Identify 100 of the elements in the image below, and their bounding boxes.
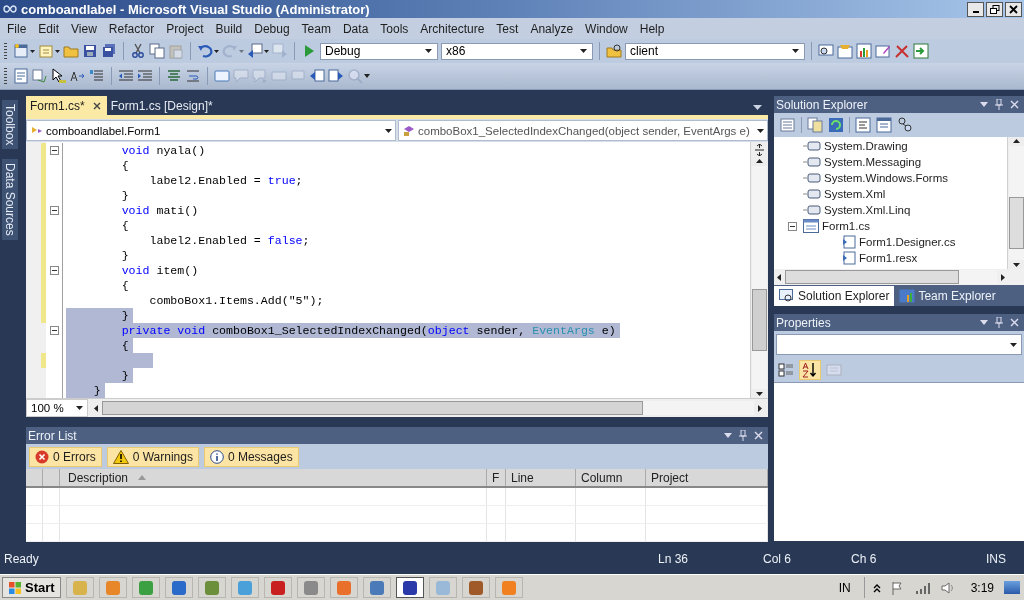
document-arrow-icon[interactable] [32, 68, 48, 84]
column-header[interactable]: F [487, 469, 506, 486]
view-designer-icon[interactable] [876, 117, 892, 133]
tree-item[interactable]: System.Xml.Linq [824, 204, 911, 216]
indent-icon[interactable] [137, 68, 153, 84]
scroll-thumb[interactable] [1008, 197, 1024, 249]
minimize-button[interactable] [967, 1, 984, 17]
close-button[interactable] [1005, 1, 1022, 17]
side-tab[interactable]: Data Sources [2, 159, 18, 241]
document-tab[interactable]: Form1.cs* [26, 96, 107, 115]
save-all-icon[interactable] [101, 43, 117, 59]
flag-icon[interactable] [890, 580, 905, 595]
menu-item[interactable]: Data [336, 21, 375, 36]
menu-item[interactable]: Tools [374, 21, 415, 36]
panel-tab[interactable]: Solution Explorer [774, 286, 895, 306]
copy-icon[interactable] [149, 43, 165, 59]
horizontal-scrollbar[interactable] [774, 269, 1008, 285]
collapse-icon[interactable] [49, 266, 59, 275]
view-code-icon[interactable] [855, 117, 871, 133]
show-desktop-button[interactable] [1004, 581, 1020, 594]
scroll-up-icon[interactable] [1012, 139, 1020, 143]
collapse-icon[interactable] [49, 206, 59, 215]
class-dropdown[interactable]: comboandlabel.Form1 [26, 120, 396, 141]
toolbar-grip[interactable] [4, 43, 7, 59]
vertical-scrollbar[interactable] [1007, 137, 1024, 269]
dropdown-caret-icon[interactable] [724, 433, 732, 438]
configuration-dropdown[interactable]: Debug [320, 42, 438, 60]
filter-button[interactable]: 0 Messages [203, 446, 299, 467]
caret-icon[interactable] [30, 49, 35, 53]
previous-document-icon[interactable] [309, 68, 325, 84]
restore-button[interactable] [986, 1, 1003, 17]
scroll-thumb[interactable] [102, 401, 644, 415]
tree-item[interactable]: System.Xml [824, 188, 886, 200]
menu-item[interactable]: Window [579, 21, 634, 36]
close-icon[interactable] [92, 101, 101, 110]
next-document-icon[interactable] [328, 68, 344, 84]
menu-item[interactable]: View [65, 21, 103, 36]
platform-dropdown[interactable]: x86 [441, 42, 593, 60]
new-project-icon[interactable] [13, 43, 29, 59]
menu-item[interactable]: Help [633, 21, 671, 36]
collapse-icon[interactable] [787, 221, 797, 231]
tree-item[interactable]: System.Drawing [824, 140, 908, 152]
class-diagram-icon[interactable] [897, 117, 913, 133]
filter-button[interactable]: 0 Warnings [106, 446, 199, 467]
split-icon[interactable] [754, 144, 765, 156]
taskbar-button[interactable] [395, 577, 424, 598]
scroll-left-icon[interactable] [94, 404, 98, 412]
scroll-down-icon[interactable] [1012, 263, 1020, 267]
rectangle-icon[interactable] [214, 68, 230, 84]
language-indicator[interactable]: IN [838, 580, 851, 595]
column-header[interactable]: Line [506, 469, 576, 486]
navigate-back-icon[interactable] [247, 43, 263, 59]
column-header[interactable]: Project [646, 469, 768, 486]
tree-item[interactable]: Form1.resx [859, 252, 918, 264]
categorized-icon[interactable] [778, 362, 794, 378]
undo-icon[interactable] [197, 43, 213, 59]
column-header[interactable]: Description [60, 469, 487, 486]
speaker-icon[interactable] [940, 581, 955, 594]
taskbar-button[interactable] [263, 577, 292, 598]
vertical-scrollbar[interactable] [750, 142, 768, 398]
scroll-thumb[interactable] [752, 288, 767, 352]
scroll-thumb[interactable] [785, 270, 959, 284]
menu-item[interactable]: Edit [32, 21, 66, 36]
menu-item[interactable]: Project [160, 21, 210, 36]
scissors-icon[interactable] [130, 43, 146, 59]
signal-bars-icon[interactable] [914, 581, 931, 594]
tree-item[interactable]: System.Windows.Forms [824, 172, 948, 184]
collapse-icon[interactable] [49, 326, 59, 335]
menu-item[interactable]: Test [490, 21, 525, 36]
member-dropdown[interactable]: comboBox1_SelectedIndexChanged(object sender, EventArgs e) [398, 120, 768, 141]
tree-item[interactable]: System.Messaging [824, 156, 922, 168]
dropdown-caret-icon[interactable] [980, 102, 988, 107]
pin-icon[interactable] [995, 99, 1003, 110]
clock[interactable]: 3:19 [970, 580, 994, 595]
tree-item[interactable]: Form1.cs [822, 220, 870, 232]
panel-tab[interactable]: Team Explorer [894, 286, 1001, 306]
caret-icon[interactable] [55, 49, 60, 53]
arrow-into-box-icon[interactable] [913, 43, 929, 59]
folder-search-icon[interactable] [606, 43, 622, 59]
outdent-icon[interactable] [118, 68, 134, 84]
edit-window-icon[interactable] [875, 43, 891, 59]
show-all-files-icon[interactable] [807, 117, 823, 133]
clipboard-icon[interactable] [168, 43, 184, 59]
bar-chart-icon[interactable] [856, 43, 872, 59]
side-tab[interactable]: Toolbox [2, 100, 18, 150]
code-editor[interactable]: void nyala() { label2.Enabled = true; } void mati() { label2.Enabled = false; } void item() { comboBox1.Items.Add("5"); } private void comboBox1_SelectedIndexChanged(object sender, EventArgs e) { } } [26, 142, 750, 398]
find-dropdown[interactable]: client [625, 42, 805, 60]
show-hidden-icons-icon[interactable] [872, 582, 881, 593]
tree-item[interactable]: Form1.Designer.cs [859, 236, 956, 248]
overflow-caret-icon[interactable] [364, 74, 370, 78]
document-list-icon[interactable] [13, 68, 29, 84]
object-dropdown[interactable] [776, 334, 1022, 355]
caret-icon[interactable] [264, 49, 269, 53]
refresh-icon[interactable] [828, 117, 844, 133]
menu-item[interactable]: Team [295, 21, 337, 36]
wrap-lines-icon[interactable] [185, 68, 201, 84]
dropdown-caret-icon[interactable] [980, 320, 988, 325]
scroll-right-icon[interactable] [758, 404, 762, 412]
caret-icon[interactable] [214, 49, 219, 53]
menu-item[interactable]: Debug [248, 21, 296, 36]
